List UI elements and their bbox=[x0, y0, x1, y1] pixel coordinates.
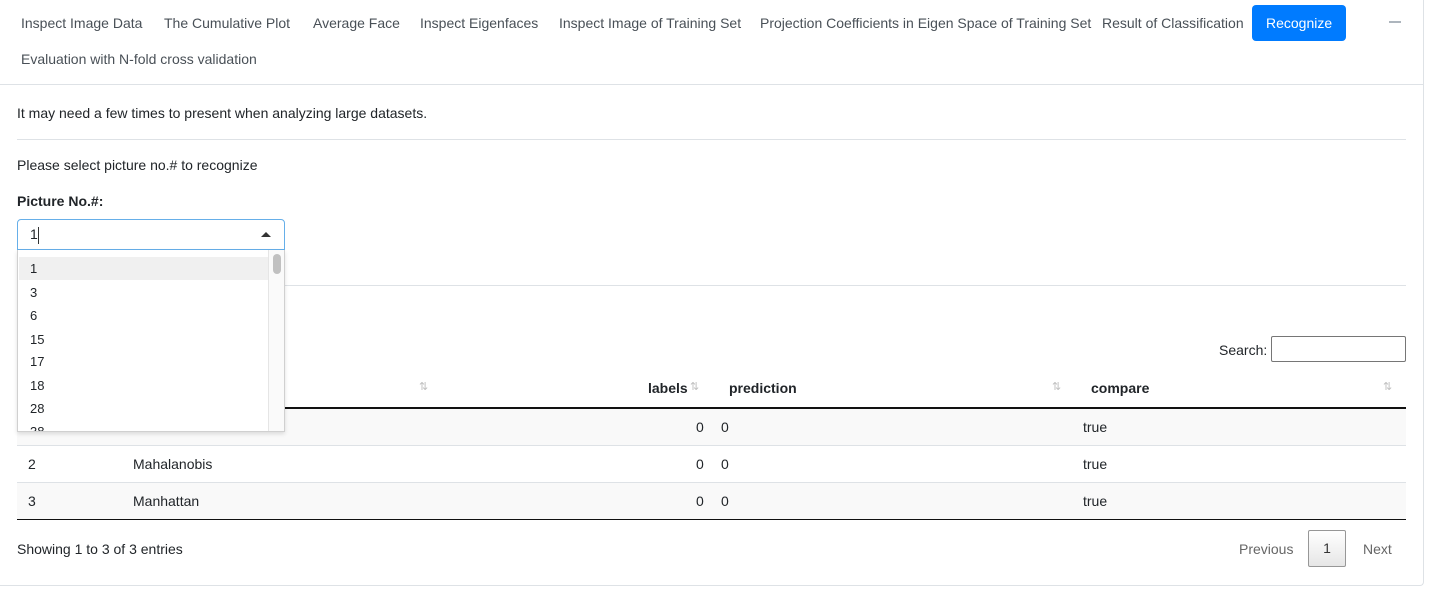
column-header-prediction[interactable]: prediction bbox=[729, 380, 797, 396]
cell-labels: 0 bbox=[696, 419, 704, 435]
caret-up-icon[interactable] bbox=[261, 232, 271, 237]
picture-select-dropdown: 1 3 6 15 17 18 28 38 bbox=[17, 250, 285, 432]
table-row: 3 Manhattan 0 0 true bbox=[17, 483, 1406, 520]
cell-prediction: 0 bbox=[721, 493, 729, 509]
search-input[interactable] bbox=[1271, 336, 1406, 362]
minus-icon bbox=[1389, 21, 1401, 23]
tab-projection-coefficients[interactable]: Projection Coefficients in Eigen Space o… bbox=[760, 13, 1091, 33]
dropdown-option[interactable]: 17 bbox=[19, 350, 268, 373]
dropdown-option[interactable]: 1 bbox=[19, 257, 268, 280]
cell-prediction: 0 bbox=[721, 419, 729, 435]
divider bbox=[17, 139, 1406, 140]
next-page-button[interactable]: Next bbox=[1363, 541, 1392, 557]
cell-labels: 0 bbox=[696, 493, 704, 509]
tab-average-face[interactable]: Average Face bbox=[313, 13, 400, 33]
collapse-button[interactable] bbox=[1382, 10, 1408, 34]
sort-icon[interactable]: ⇅ bbox=[419, 380, 428, 393]
tab-bar: Inspect Image Data The Cumulative Plot A… bbox=[0, 0, 1424, 85]
sort-icon[interactable]: ⇅ bbox=[690, 380, 699, 393]
cell-compare: true bbox=[1083, 456, 1108, 472]
tab-inspect-eigenfaces[interactable]: Inspect Eigenfaces bbox=[420, 13, 538, 33]
page-1-button[interactable]: 1 bbox=[1308, 530, 1346, 567]
dropdown-scrollbar[interactable] bbox=[268, 250, 284, 431]
text-cursor bbox=[38, 227, 39, 244]
tab-inspect-image-data[interactable]: Inspect Image Data bbox=[21, 13, 142, 33]
search-label: Search: bbox=[1219, 342, 1268, 358]
cell-compare: true bbox=[1083, 419, 1108, 435]
dropdown-option[interactable]: 38 bbox=[19, 420, 268, 431]
dropdown-option[interactable]: 15 bbox=[19, 328, 268, 351]
cell-prediction: 0 bbox=[721, 456, 729, 472]
cell-compare: true bbox=[1083, 493, 1108, 509]
dropdown-option[interactable]: 28 bbox=[19, 397, 268, 420]
picture-select-label: Picture No.#: bbox=[17, 193, 104, 209]
instruction-text: Please select picture no.# to recognize bbox=[17, 157, 258, 173]
tab-cumulative-plot[interactable]: The Cumulative Plot bbox=[164, 13, 290, 33]
cell-row-number: 3 bbox=[28, 493, 36, 509]
dropdown-option[interactable]: 6 bbox=[19, 304, 268, 327]
dropdown-option[interactable]: 3 bbox=[19, 281, 268, 304]
cell-labels: 0 bbox=[696, 456, 704, 472]
tab-recognize[interactable]: Recognize bbox=[1252, 5, 1347, 41]
table-footer-border bbox=[17, 519, 1406, 520]
tab-result-of-classification[interactable]: Result of Classification bbox=[1102, 13, 1244, 33]
table-info: Showing 1 to 3 of 3 entries bbox=[17, 541, 183, 557]
picture-select-value[interactable]: 1 bbox=[30, 226, 38, 242]
dropdown-option[interactable]: 18 bbox=[19, 374, 268, 397]
column-header-compare[interactable]: compare bbox=[1091, 380, 1149, 396]
recognize-panel: Inspect Image Data The Cumulative Plot A… bbox=[0, 0, 1424, 586]
sort-icon[interactable]: ⇅ bbox=[1052, 380, 1061, 393]
tab-inspect-training-images[interactable]: Inspect Image of Training Set bbox=[559, 13, 741, 33]
previous-page-button[interactable]: Previous bbox=[1239, 541, 1293, 557]
cell-method: Manhattan bbox=[133, 493, 200, 509]
table-row: 2 Mahalanobis 0 0 true bbox=[17, 446, 1406, 483]
cell-method: Mahalanobis bbox=[133, 456, 213, 472]
picture-select[interactable]: 1 bbox=[17, 219, 285, 250]
tab-n-fold-evaluation[interactable]: Evaluation with N-fold cross validation bbox=[21, 49, 257, 69]
sort-icon[interactable]: ⇅ bbox=[1383, 380, 1392, 393]
column-header-labels[interactable]: labels bbox=[648, 380, 688, 396]
cell-row-number: 2 bbox=[28, 456, 36, 472]
notice-text: It may need a few times to present when … bbox=[17, 105, 428, 121]
scrollbar-thumb[interactable] bbox=[273, 254, 281, 274]
